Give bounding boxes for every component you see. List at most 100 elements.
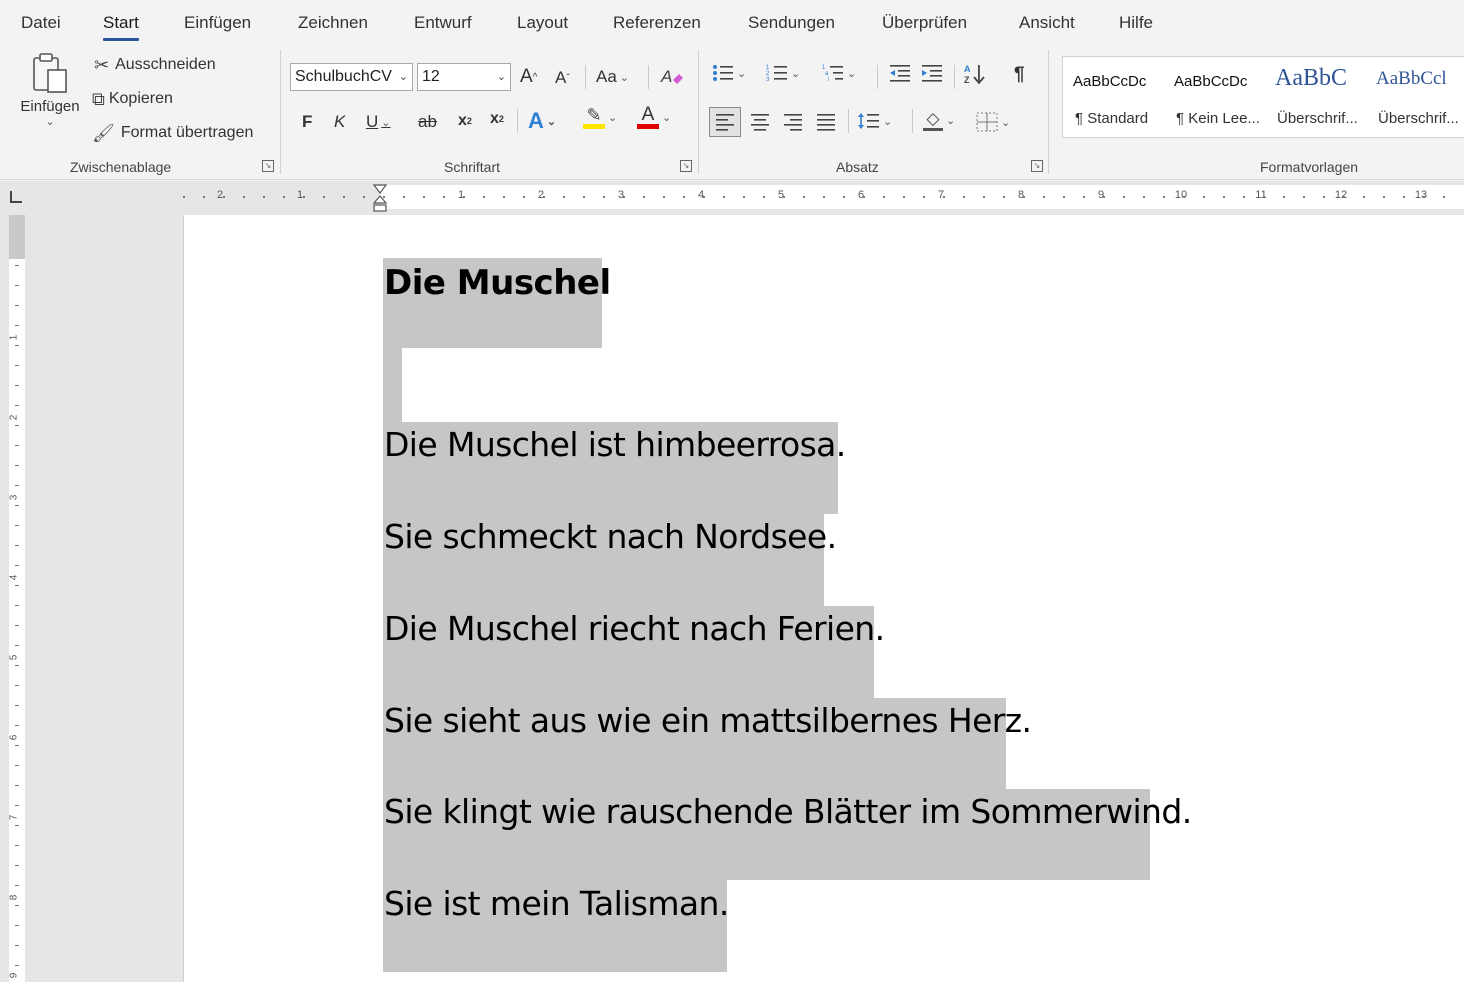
ruler-tick [15,845,19,846]
font-color-button[interactable]: A ⌄ [637,105,671,129]
tab-einfuegen[interactable]: Einfügen [184,13,251,33]
strikethrough-button[interactable]: ab [418,112,437,132]
copy-button[interactable]: ⧉ Kopieren [92,90,173,108]
ruler-tick [743,196,745,198]
increase-indent-button[interactable] [921,64,943,82]
ruler-number: 1 [296,189,304,201]
ruler-tick [283,196,285,198]
grow-font-button[interactable]: A ^ [520,66,537,88]
ruler-tick [15,685,19,686]
ruler-number: 10 [1174,189,1188,201]
selection-highlight [383,348,402,422]
ruler-number: 9 [1097,189,1105,201]
highlight-button[interactable]: ✎ ⌄ [583,106,617,129]
font-size-value: 12 [422,68,440,85]
ruler-tick [883,196,885,198]
justify-button[interactable] [816,113,836,131]
ruler-tick [15,385,19,386]
style-standard[interactable]: AaBbCcDc ¶ Standard [1063,57,1164,137]
borders-button[interactable]: ⌄ [976,112,1010,132]
shading-button[interactable]: ◇ ⌄ [923,110,955,131]
paragraph-line: Die Muschel riecht nach Ferien. [384,609,885,648]
ruler-number: 7 [8,814,20,821]
align-left-button[interactable] [709,107,741,137]
paragraph-launcher-icon[interactable]: ↘ [1031,160,1043,172]
ruler-tick [763,196,765,198]
multilevel-list-button[interactable]: 1ai ⌄ [822,64,856,82]
ruler-number: 4 [697,189,705,201]
tab-sendungen[interactable]: Sendungen [748,13,835,33]
font-launcher-icon[interactable]: ↘ [680,160,692,172]
highlight-color-bar [583,124,605,129]
tab-layout[interactable]: Layout [517,13,568,33]
shading-color-bar [923,128,943,131]
document-title: Die Muschel [384,263,611,303]
text-effects-icon: A [528,108,544,133]
font-name-value: SchulbuchCV [295,68,392,85]
font-color-bar [637,124,659,129]
line-spacing-button[interactable]: ⌄ [858,112,892,130]
chevron-down-icon: ⌄ [737,67,747,80]
change-case-button[interactable]: Aa ⌄ [596,67,629,87]
font-size-select[interactable]: 12 ⌄ [417,63,511,91]
text-effects-button[interactable]: A ⌄ [528,108,556,134]
font-name-select[interactable]: SchulbuchCV ⌄ [290,63,413,91]
shrink-font-icon: A [555,68,567,87]
sort-button[interactable]: AZ [964,63,986,85]
superscript-button[interactable]: x2 [490,110,504,128]
italic-button[interactable]: K [334,112,345,132]
clear-formatting-button[interactable]: A [660,66,684,88]
ruler-tick [15,445,19,446]
underline-icon: U [366,112,379,131]
tab-referenzen[interactable]: Referenzen [613,13,701,33]
decrease-indent-button[interactable] [889,64,911,82]
subscript-button[interactable]: x2 [458,112,472,130]
ruler-tick [523,196,525,198]
tab-start[interactable]: Start [103,13,139,41]
chevron-down-icon: ⌄ [608,112,618,124]
ruler-number: 5 [8,654,20,661]
shrink-font-button[interactable]: Aˇ [555,68,570,88]
tab-entwurf[interactable]: Entwurf [414,13,472,33]
underline-button[interactable]: U ⌄ [366,112,391,132]
ruler-tick [443,196,445,198]
italic-icon: K [334,112,346,131]
numbered-list-icon: 123 [766,65,787,82]
align-right-button[interactable] [783,113,803,131]
divider [648,65,649,89]
ruler-tick [15,565,19,566]
ruler-tick [1123,196,1125,198]
subscript-icon: x [458,112,467,129]
document-page[interactable]: Die Muschel Die Muschel ist himbeerrosa.… [183,215,1464,982]
tab-zeichnen[interactable]: Zeichnen [298,13,368,33]
font-group-label: Schriftart [444,159,501,175]
ruler-tick [1303,196,1305,198]
show-formatting-button[interactable]: ¶ [1014,64,1025,86]
tab-ansicht[interactable]: Ansicht [1019,13,1075,33]
vertical-ruler[interactable]: 1 2 3 4 5 6 7 8 9 [0,215,38,982]
tab-stop-selector-icon[interactable] [10,191,22,203]
styles-gallery: AaBbCcDc ¶ Standard AaBbCcDc ¶ Kein Lee.… [1062,56,1464,138]
chevron-down-icon: ⌄ [381,116,391,129]
ruler-tick [1003,196,1005,198]
paste-button[interactable]: Einfügen ⌄ [16,52,84,146]
align-center-button[interactable] [750,113,770,131]
clipboard-launcher-icon[interactable]: ↘ [262,160,274,172]
svg-text:3: 3 [766,77,770,82]
style-heading-1[interactable]: AaBbC Überschrif... [1265,57,1366,137]
tab-hilfe[interactable]: Hilfe [1119,13,1153,33]
chevron-down-icon: ⌄ [791,67,801,80]
bullets-button[interactable]: ⌄ [712,64,746,82]
style-kein-leerraum[interactable]: AaBbCcDc ¶ Kein Lee... [1164,57,1265,137]
tab-ueberpruefen[interactable]: Überprüfen [882,13,967,33]
numbering-button[interactable]: 123 ⌄ [766,64,800,82]
cut-button[interactable]: ✂ Ausschneiden [94,56,216,74]
ruler-tick [703,196,705,198]
align-right-icon [784,114,802,131]
tab-datei[interactable]: Datei [21,13,61,33]
format-painter-button[interactable]: 🖌 Format übertragen [92,124,253,142]
style-heading-2[interactable]: AaBbCcl Überschrif... [1366,57,1464,137]
bold-button[interactable]: F [302,112,312,132]
indent-marker-icon[interactable] [372,183,388,213]
ruler-number: 3 [8,494,20,501]
